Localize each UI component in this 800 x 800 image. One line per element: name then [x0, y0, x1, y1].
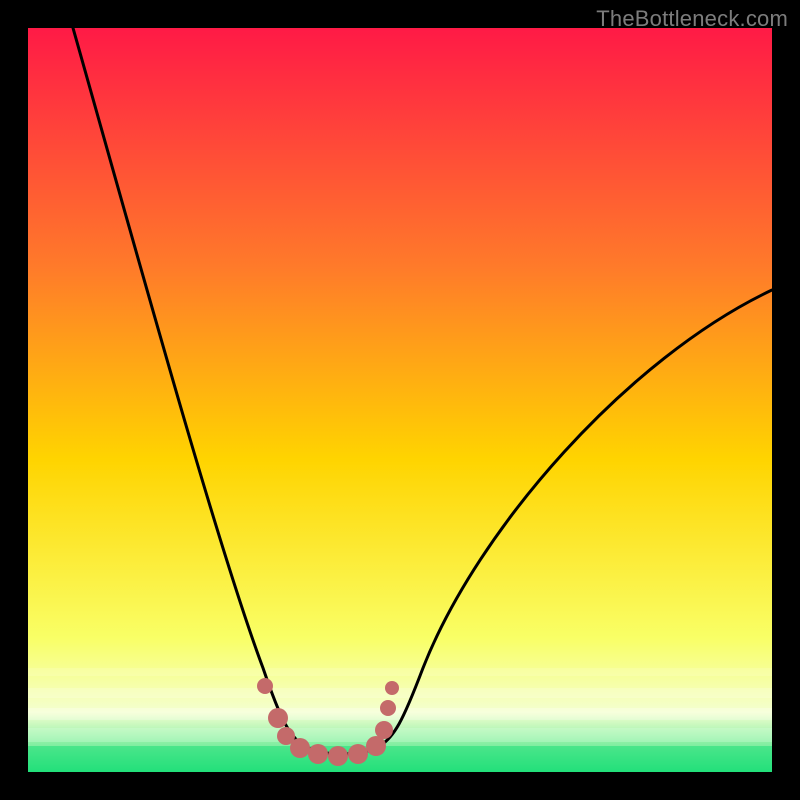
chart-frame: TheBottleneck.com — [0, 0, 800, 800]
marker-dot — [328, 746, 348, 766]
marker-dot — [366, 736, 386, 756]
watermark-text: TheBottleneck.com — [596, 6, 788, 32]
marker-dot — [308, 744, 328, 764]
marker-dot — [257, 678, 273, 694]
gradient-background — [28, 28, 772, 772]
plot-area — [28, 28, 772, 772]
plot-svg — [28, 28, 772, 772]
marker-dot — [375, 721, 393, 739]
marker-dot — [348, 744, 368, 764]
marker-dot — [385, 681, 399, 695]
marker-dot — [290, 738, 310, 758]
marker-dot — [380, 700, 396, 716]
marker-dot — [268, 708, 288, 728]
